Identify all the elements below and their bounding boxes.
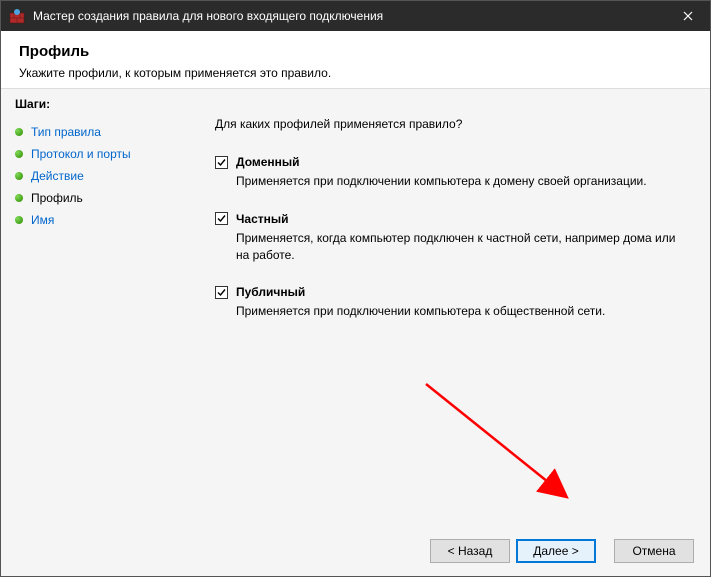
checkbox-domain[interactable] bbox=[215, 156, 228, 169]
firewall-icon bbox=[9, 8, 25, 24]
next-button[interactable]: Далее > bbox=[516, 539, 596, 563]
step-rule-type[interactable]: Тип правила bbox=[15, 121, 191, 143]
cancel-button[interactable]: Отмена bbox=[614, 539, 694, 563]
checkbox-private[interactable] bbox=[215, 212, 228, 225]
bullet-icon bbox=[15, 150, 23, 158]
bullet-icon bbox=[15, 216, 23, 224]
profile-private: Частный Применяется, когда компьютер под… bbox=[215, 212, 686, 264]
titlebar: Мастер создания правила для нового входя… bbox=[1, 1, 710, 31]
step-label: Протокол и порты bbox=[31, 147, 131, 161]
step-label: Действие bbox=[31, 169, 84, 183]
wizard-body: Шаги: Тип правила Протокол и порты Дейст… bbox=[1, 88, 710, 526]
bullet-icon bbox=[15, 172, 23, 180]
window-title: Мастер создания правила для нового входя… bbox=[33, 9, 665, 23]
step-protocol-ports[interactable]: Протокол и порты bbox=[15, 143, 191, 165]
step-name[interactable]: Имя bbox=[15, 209, 191, 231]
wizard-footer: < Назад Далее > Отмена bbox=[1, 526, 710, 576]
steps-heading: Шаги: bbox=[15, 97, 191, 111]
wizard-header: Профиль Укажите профили, к которым приме… bbox=[1, 31, 710, 88]
steps-panel: Шаги: Тип правила Протокол и порты Дейст… bbox=[1, 89, 191, 526]
checkbox-public[interactable] bbox=[215, 286, 228, 299]
bullet-icon bbox=[15, 194, 23, 202]
profile-public: Публичный Применяется при подключении ко… bbox=[215, 285, 686, 320]
checkbox-label: Частный bbox=[236, 212, 289, 226]
checkbox-label: Доменный bbox=[236, 155, 300, 169]
checkbox-desc: Применяется при подключении компьютера к… bbox=[236, 173, 676, 190]
page-title: Профиль bbox=[19, 43, 692, 60]
step-label: Профиль bbox=[31, 191, 83, 205]
content-panel: Для каких профилей применяется правило? … bbox=[191, 89, 710, 526]
wizard-window: Мастер создания правила для нового входя… bbox=[0, 0, 711, 577]
step-label: Тип правила bbox=[31, 125, 101, 139]
back-button[interactable]: < Назад bbox=[430, 539, 510, 563]
bullet-icon bbox=[15, 128, 23, 136]
step-label: Имя bbox=[31, 213, 54, 227]
profile-domain: Доменный Применяется при подключении ком… bbox=[215, 155, 686, 190]
content-question: Для каких профилей применяется правило? bbox=[215, 117, 686, 131]
annotation-arrow bbox=[421, 379, 581, 509]
close-button[interactable] bbox=[665, 1, 710, 31]
page-subtitle: Укажите профили, к которым применяется э… bbox=[19, 66, 692, 80]
checkbox-label: Публичный bbox=[236, 285, 305, 299]
checkbox-desc: Применяется, когда компьютер подключен к… bbox=[236, 230, 676, 264]
step-profile[interactable]: Профиль bbox=[15, 187, 191, 209]
checkbox-desc: Применяется при подключении компьютера к… bbox=[236, 303, 676, 320]
step-action[interactable]: Действие bbox=[15, 165, 191, 187]
